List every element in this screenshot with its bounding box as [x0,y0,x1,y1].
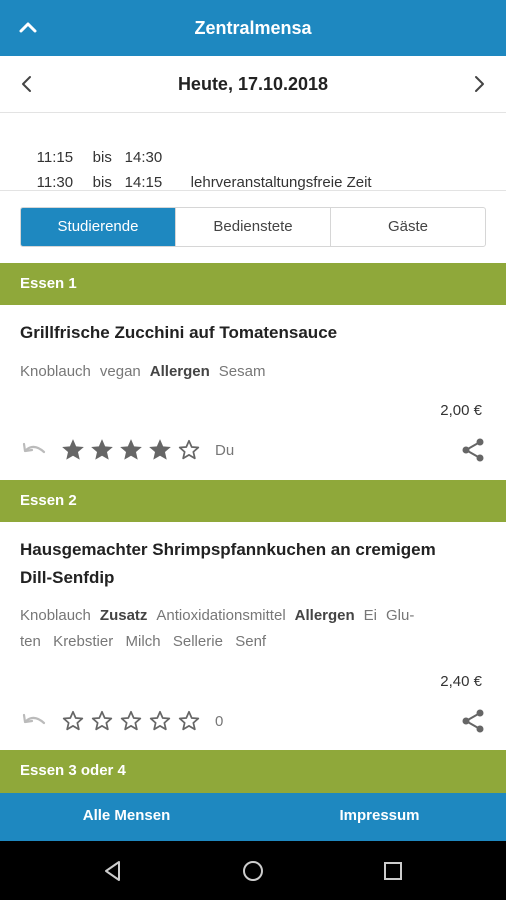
chevron-right-icon[interactable] [464,68,496,100]
hours-row: 11:30 bis 14:15 lehrveranstaltungsfreie Zei… [20,153,372,191]
tag: Antioxidationsmittel [156,607,286,624]
tab-bedienstete[interactable]: Bedienstete [175,208,330,246]
recents-icon[interactable] [380,858,406,884]
tag: Sesam [218,363,266,380]
app-bar: Zentralmensa [0,0,506,56]
meal-title-line: Dill-Senfdip [20,568,115,587]
meal-card: Hausgemachter Shrimpspfannkuchen an crem… [0,522,506,750]
section-label: Essen 3 oder 4 [20,762,126,779]
star-outline-icon[interactable] [60,708,86,734]
hours-bis: bis [92,174,112,191]
meal-tags: Knoblauch vegan Allergen Sesam [20,359,486,385]
meal-price: 2,40 € [440,673,482,690]
section-label: Essen 1 [20,275,77,292]
hours-row: 11:15 bis 14:30 [20,128,185,166]
tag-heading: Zusatz [99,607,148,624]
meal-title: Grillfrische Zucchini auf Tomatensauce [20,323,338,342]
rating-count: 0 [215,712,224,730]
tab-studierende[interactable]: Studierende [21,208,175,246]
section-header-essen-2: Essen 2 [0,480,506,522]
star-icon[interactable] [147,437,173,463]
tags-line: ten Krebstier Milch Sellerie Senf [20,633,267,650]
tag: vegan [99,363,141,380]
meal-tags: Knoblauch Zusatz Antioxidationsmittel Aller… [20,603,486,655]
nav-impressum[interactable]: Impressum [253,793,506,841]
tab-gaeste[interactable]: Gäste [330,208,485,246]
hours-to: 14:15 [124,174,163,191]
section-header-essen-3: Essen 3 oder 4 [0,750,506,793]
hours-from: 11:30 [36,174,74,191]
star-outline-icon[interactable] [176,708,202,734]
tag: Ei [363,607,378,624]
section-label: Essen 2 [20,492,77,509]
share-icon[interactable] [460,437,486,463]
nav-alle-mensen[interactable]: Alle Mensen [0,793,253,841]
tags-line: Knoblauch Zusatz Antioxidationsmittel Aller… [20,603,486,629]
rating-label: Du [215,441,235,459]
current-date: Heute, 17.10.2018 [177,74,329,94]
undo-icon[interactable] [20,440,48,460]
star-icon[interactable] [118,437,144,463]
star-outline-icon[interactable] [176,437,202,463]
back-icon[interactable] [100,858,126,884]
date-navigation: Heute, 17.10.2018 [0,56,506,113]
tag: Glu- [386,607,415,624]
opening-hours: 11:15 bis 14:30 11:30 bis 14:15 lehrveranstal… [0,112,506,191]
star-outline-icon[interactable] [147,708,173,734]
home-icon[interactable] [240,858,266,884]
page-title: Zentralmensa [194,18,312,38]
rating-row: Du [20,436,234,464]
bottom-navigation: Alle Mensen Impressum [0,793,506,841]
star-icon[interactable] [89,437,115,463]
meal-title-line: Hausgemachter Shrimpspfannkuchen an crem… [20,540,436,559]
tag-heading: Allergen [294,607,355,624]
section-header-essen-1: Essen 1 [0,263,506,305]
tag-heading: Allergen [149,363,210,380]
system-navigation-bar [0,841,506,900]
hours-note: lehrveranstaltungsfreie Zeit [190,174,372,191]
share-icon[interactable] [460,708,486,734]
meal-price: 2,00 € [440,402,482,419]
star-icon[interactable] [60,437,86,463]
meal-title: Hausgemachter Shrimpspfannkuchen an crem… [20,536,490,592]
star-outline-icon[interactable] [118,708,144,734]
tag: Knoblauch [20,607,91,624]
star-outline-icon[interactable] [89,708,115,734]
price-group-tabs: Studierende Bedienstete Gäste [20,207,486,247]
tag: Knoblauch [20,363,91,380]
rating-row: 0 [20,707,223,735]
meal-card: Grillfrische Zucchini auf Tomatensauce K… [0,305,506,480]
undo-icon[interactable] [20,711,48,731]
